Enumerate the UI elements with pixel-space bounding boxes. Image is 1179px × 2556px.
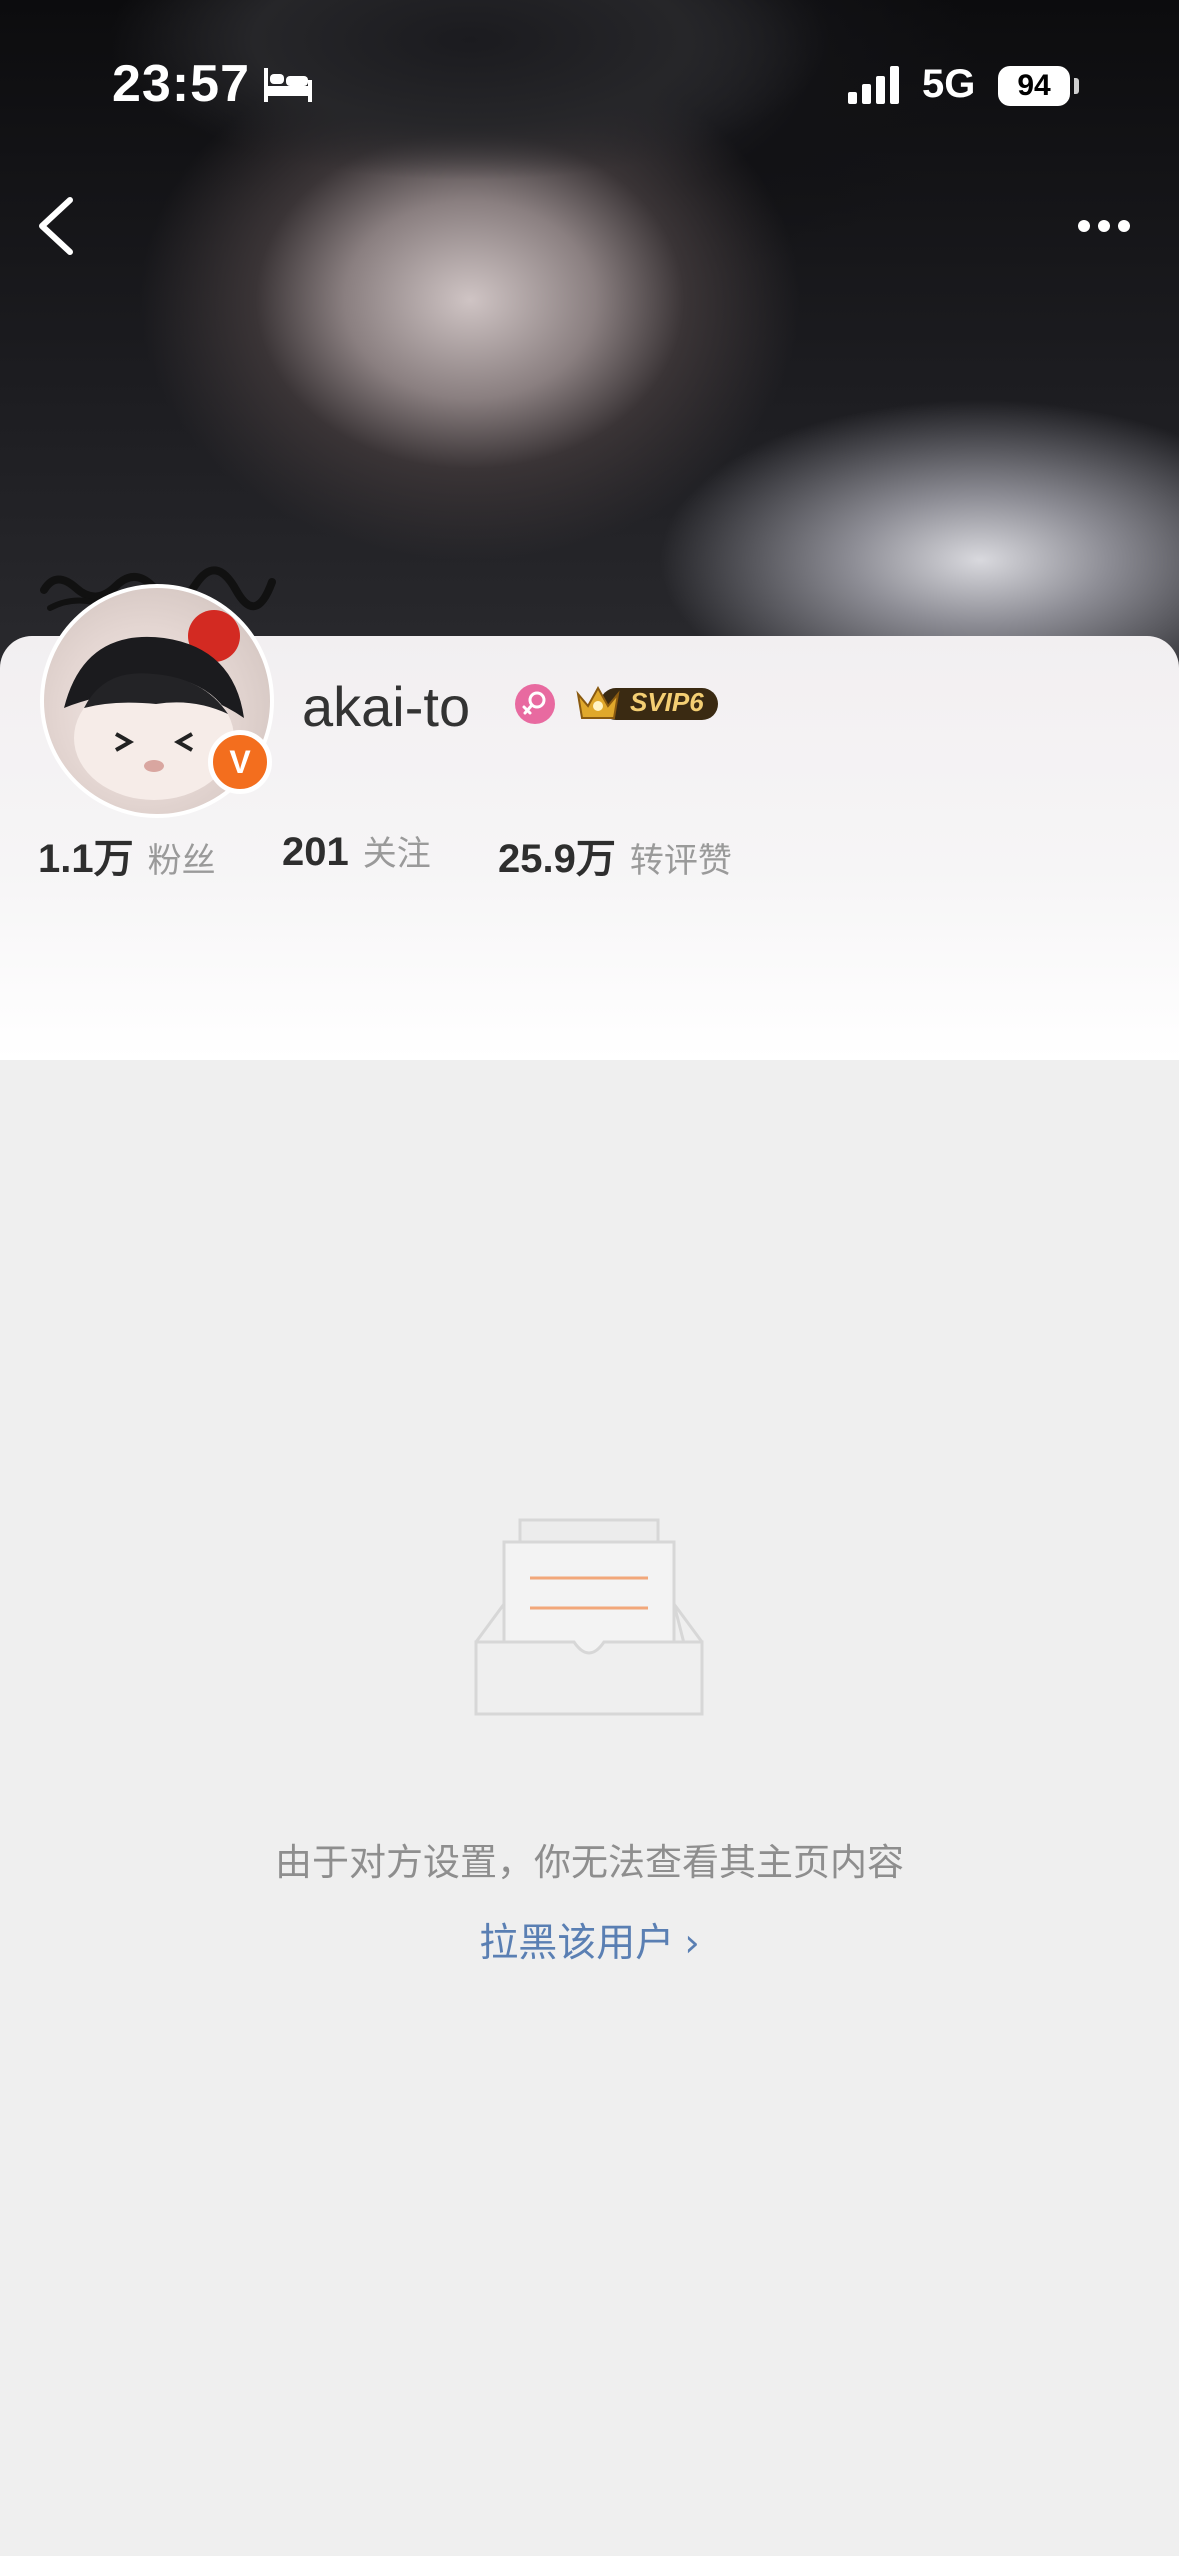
empty-inbox-icon	[474, 1518, 704, 1716]
chevron-right-icon: ›	[684, 1921, 700, 1966]
empty-message: 由于对方设置，你无法查看其主页内容	[275, 1841, 904, 1884]
svip-badge[interactable]: SVIP6	[574, 680, 724, 726]
female-icon	[515, 684, 555, 724]
network-type: 5G	[922, 62, 976, 106]
back-arrow-icon[interactable]	[30, 190, 84, 262]
username: akai-to	[302, 675, 471, 738]
stat-following[interactable]: 201 关注	[282, 826, 431, 875]
status-time: 23:57	[112, 55, 250, 113]
block-user-label: 拉黑该用户	[479, 1921, 675, 1966]
signal-icon	[848, 66, 899, 104]
block-user-link[interactable]: 拉黑该用户 ›	[0, 1912, 1179, 1968]
stat-value: 25.9万	[498, 837, 616, 881]
bed-icon	[264, 68, 312, 102]
stat-label: 转评赞	[629, 841, 732, 881]
stat-interactions[interactable]: 25.9万 转评赞	[498, 826, 732, 884]
stat-followers[interactable]: 1.1万 粉丝	[38, 826, 216, 884]
battery-cap	[1074, 78, 1079, 94]
more-dots-icon[interactable]	[1075, 190, 1133, 262]
svip-label: SVIP6	[630, 687, 704, 717]
stat-label: 关注	[362, 834, 431, 874]
status-bar: 23:57 5G 94	[0, 0, 1179, 170]
verified-badge: V	[208, 730, 272, 794]
stat-value: 1.1万	[38, 837, 134, 881]
stat-label: 粉丝	[147, 841, 216, 881]
stat-value: 201	[282, 830, 349, 874]
battery-indicator: 94	[998, 66, 1070, 106]
